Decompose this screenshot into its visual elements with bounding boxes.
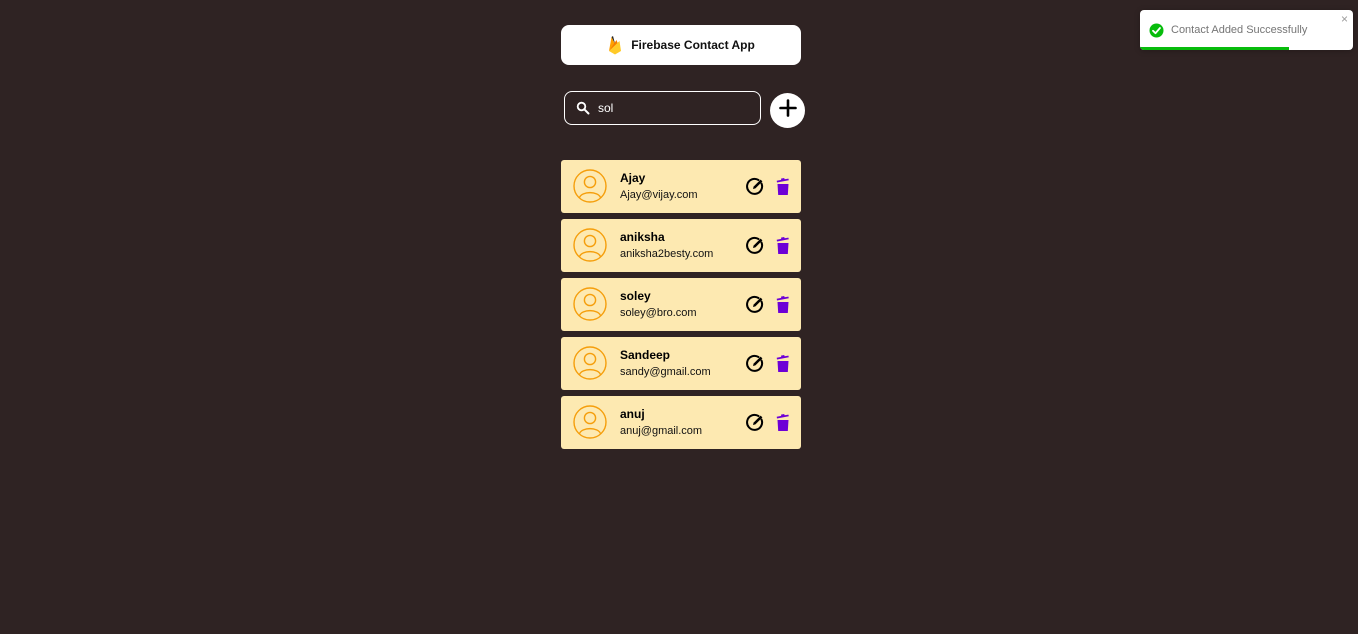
user-avatar-icon (573, 228, 607, 262)
edit-icon[interactable] (746, 354, 765, 373)
toast-notification[interactable]: Contact Added Successfully × (1140, 10, 1353, 50)
edit-icon[interactable] (746, 295, 765, 314)
contact-email: anuj@gmail.com (620, 425, 703, 437)
search-input[interactable] (598, 101, 748, 115)
contact-name: aniksha (620, 230, 665, 244)
contact-name: Sandeep (620, 348, 671, 362)
toast-message: Contact Added Successfully (1171, 24, 1308, 36)
trash-icon[interactable] (776, 413, 790, 432)
firebase-flame-icon (607, 35, 623, 55)
app-header: Firebase Contact App (561, 25, 801, 65)
contact-card[interactable]: soley soley@bro.com (561, 278, 801, 331)
contact-card[interactable]: Sandeep sandy@gmail.com (561, 337, 801, 390)
trash-icon[interactable] (776, 354, 790, 373)
app-title: Firebase Contact App (631, 38, 755, 52)
trash-icon[interactable] (776, 295, 790, 314)
contact-info: anuj anuj@gmail.com (620, 407, 702, 439)
edit-icon[interactable] (746, 413, 765, 432)
contact-email: aniksha2besty.com (620, 248, 714, 260)
plus-icon (778, 99, 797, 122)
contact-info: soley soley@bro.com (620, 289, 697, 321)
page: Firebase Contact App sol Ajay Ajay@vijay… (0, 0, 1358, 634)
contact-info: Ajay Ajay@vijay.com (620, 171, 698, 203)
contact-card[interactable]: Ajay Ajay@vijay.com (561, 160, 801, 213)
edit-icon[interactable] (746, 236, 765, 255)
user-avatar-icon (573, 287, 607, 321)
search-icon (576, 101, 590, 115)
edit-icon[interactable] (746, 177, 765, 196)
search-box[interactable] (564, 91, 761, 125)
contact-card[interactable]: anuj anuj@gmail.com (561, 396, 801, 449)
close-icon[interactable]: × (1341, 12, 1348, 26)
trash-icon[interactable] (776, 236, 790, 255)
contact-name: soley (620, 289, 651, 303)
contact-info: aniksha aniksha2besty.com (620, 230, 713, 262)
add-contact-button[interactable] (770, 93, 805, 128)
contact-name: anuj (620, 407, 645, 421)
check-circle-icon (1149, 23, 1164, 38)
contact-card[interactable]: aniksha aniksha2besty.com (561, 219, 801, 272)
contact-info: Sandeep sandy@gmail.com (620, 348, 711, 380)
contact-email: soley@bro.com (620, 307, 697, 319)
user-avatar-icon (573, 346, 607, 380)
toast-progress-bar (1140, 47, 1290, 50)
contact-email: sandy@gmail.com (620, 366, 711, 378)
trash-icon[interactable] (776, 177, 790, 196)
contact-name: Ajay (620, 171, 646, 185)
contact-email: Ajay@vijay.com (620, 189, 698, 201)
user-avatar-icon (573, 169, 607, 203)
user-avatar-icon (573, 405, 607, 439)
contact-list: Ajay Ajay@vijay.com aniksha aniksha2best… (561, 160, 801, 455)
